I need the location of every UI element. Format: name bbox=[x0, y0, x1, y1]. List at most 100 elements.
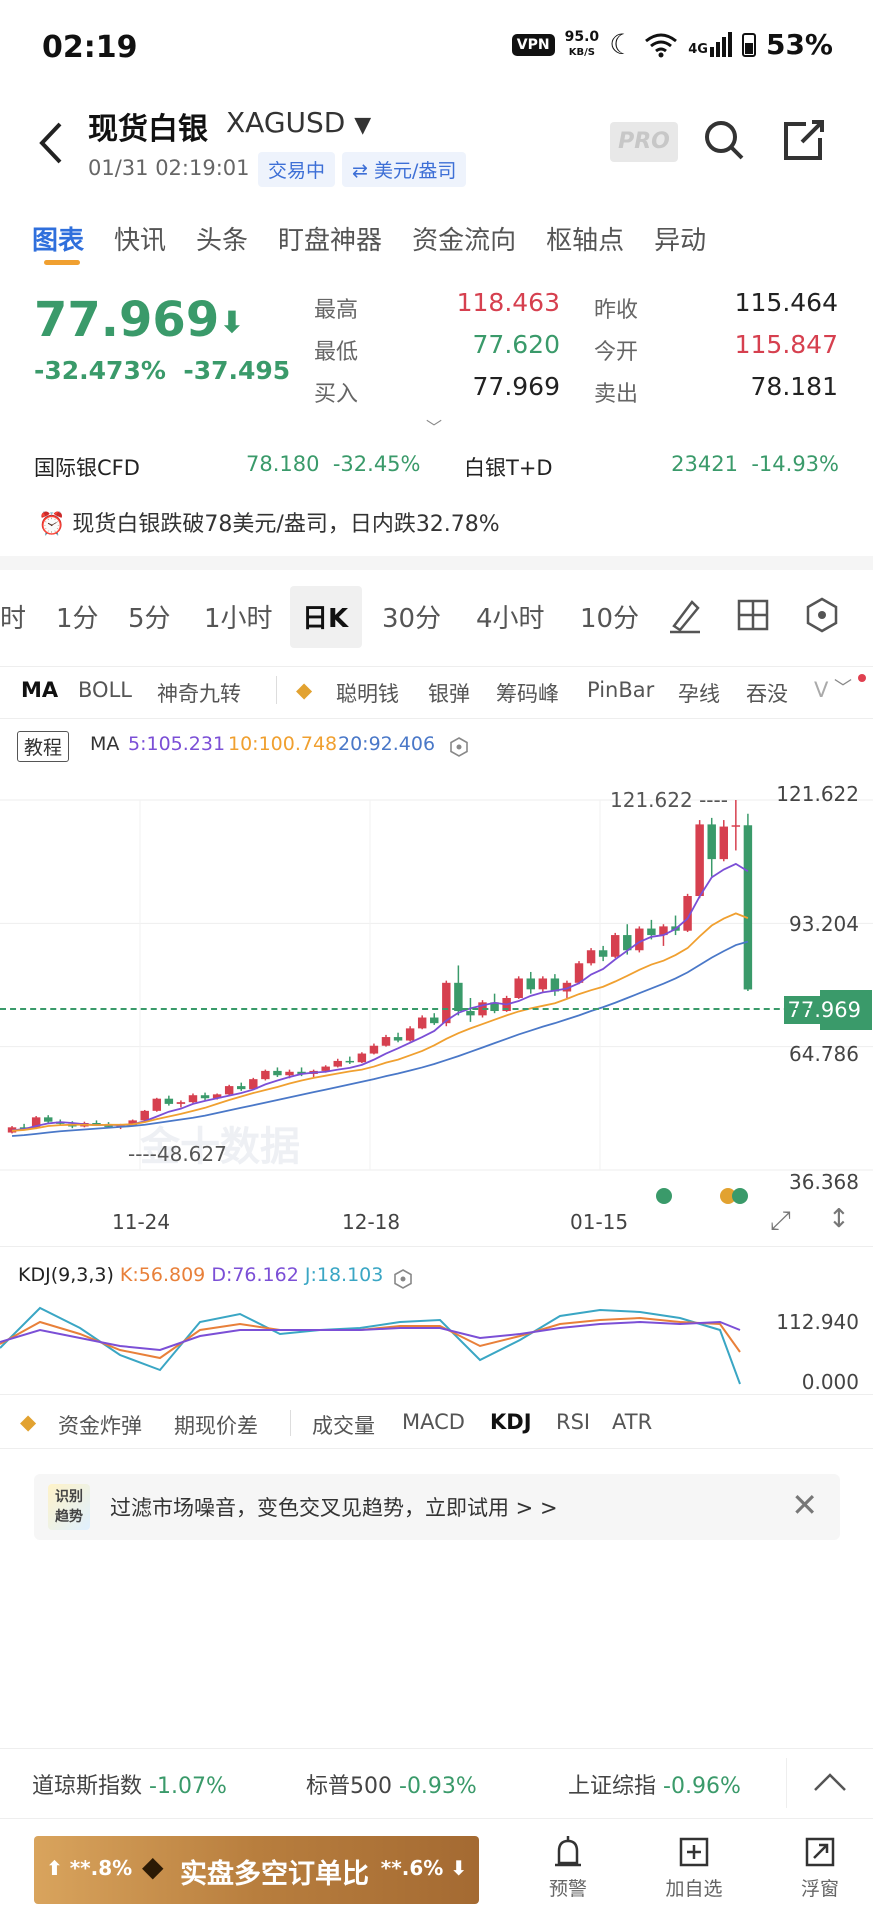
chevron-down-icon[interactable]: ﹀ bbox=[834, 674, 852, 700]
candle-body bbox=[647, 928, 656, 936]
timeframe-10m[interactable]: 10分 bbox=[580, 598, 639, 635]
candle-body bbox=[743, 825, 753, 990]
indicator-kdj[interactable]: KDJ bbox=[490, 1410, 532, 1434]
vpn-icon: VPN bbox=[511, 33, 555, 56]
candle-body bbox=[586, 950, 596, 964]
divider bbox=[0, 666, 873, 667]
ma5-value: 5:105.231 bbox=[128, 733, 226, 755]
tab-fund-flow[interactable]: 资金流向 bbox=[412, 220, 516, 257]
market-dow-name: 道琼斯指数 bbox=[32, 1774, 143, 1799]
market-sse[interactable]: 上证综指 -0.96% bbox=[568, 1768, 741, 1800]
fullscreen-icon[interactable]: ⤢ bbox=[770, 1206, 791, 1237]
layout-grid-icon[interactable] bbox=[736, 598, 770, 632]
indicator-basis[interactable]: 期现价差 bbox=[174, 1410, 258, 1440]
signal-dot[interactable] bbox=[732, 1188, 748, 1204]
resize-vertical-icon[interactable]: ↕ bbox=[828, 1204, 850, 1234]
candle-body bbox=[695, 824, 704, 897]
related-cfd-name[interactable]: 国际银CFD bbox=[34, 452, 140, 482]
badge-line1: 识别 bbox=[55, 1489, 83, 1505]
open-value: 115.847 bbox=[734, 330, 838, 359]
instrument-name: 现货白银 bbox=[88, 112, 208, 147]
speed-value: 95.0 bbox=[564, 28, 600, 45]
timeframe-hour-partial[interactable]: 时 bbox=[0, 598, 26, 635]
timeframe-1h[interactable]: 1小时 bbox=[204, 598, 273, 635]
indicator-more[interactable]: V bbox=[814, 678, 828, 702]
candle-body bbox=[635, 928, 644, 951]
indicator-chip-peak[interactable]: 筹码峰 bbox=[496, 678, 559, 708]
price-alert-banner[interactable]: ⏰ 现货白银跌破78美元/盎司，日内跌32.78% bbox=[38, 506, 500, 538]
market-sp500-change: -0.93% bbox=[399, 1774, 477, 1799]
related-td-name[interactable]: 白银T+D bbox=[464, 452, 553, 482]
prev-close-value: 115.464 bbox=[734, 288, 838, 317]
indicator-rsi[interactable]: RSI bbox=[556, 1410, 590, 1434]
candle-body bbox=[200, 1095, 210, 1099]
tab-headlines[interactable]: 头条 bbox=[196, 220, 248, 257]
nav-add-watchlist[interactable]: 加自选 bbox=[654, 1835, 734, 1901]
ma-settings-icon[interactable] bbox=[448, 736, 470, 758]
market-dow-change: -1.07% bbox=[149, 1774, 227, 1799]
timeframe-30m[interactable]: 30分 bbox=[382, 598, 441, 635]
symbol-selector[interactable]: XAGUSD ▼ bbox=[226, 106, 371, 139]
candle-body bbox=[152, 1098, 162, 1111]
market-sp500[interactable]: 标普500 -0.93% bbox=[306, 1768, 477, 1800]
indicator-pinbar[interactable]: PinBar bbox=[587, 678, 654, 702]
indicator-ma[interactable]: MA bbox=[21, 678, 58, 702]
unit-switch[interactable]: ⇄ 美元/盎司 bbox=[342, 152, 467, 187]
candle-body bbox=[430, 1017, 439, 1024]
tab-indicator bbox=[44, 260, 80, 265]
nav-float-window[interactable]: 浮窗 bbox=[780, 1835, 860, 1901]
signal-dot[interactable] bbox=[656, 1188, 672, 1204]
indicator-macd[interactable]: MACD bbox=[402, 1410, 465, 1434]
kdj-d: D:76.162 bbox=[211, 1264, 299, 1286]
tutorial-button[interactable]: 教程 bbox=[17, 731, 70, 762]
change-absolute: -37.495 bbox=[183, 356, 291, 385]
indicator-volume[interactable]: 成交量 bbox=[312, 1410, 375, 1440]
x-axis-label-3: 01-15 bbox=[570, 1210, 629, 1234]
expand-chevron-icon[interactable]: ﹀ bbox=[426, 414, 442, 438]
promo-banner[interactable]: 识别 趋势 过滤市场噪音，变色交叉见趋势，立即试用 > > ✕ bbox=[34, 1474, 840, 1540]
tab-movement[interactable]: 异动 bbox=[654, 220, 706, 257]
x-axis-label-1: 11-24 bbox=[112, 1210, 171, 1234]
settings-hex-icon[interactable] bbox=[804, 596, 840, 634]
market-dow[interactable]: 道琼斯指数 -1.07% bbox=[32, 1768, 227, 1800]
close-icon[interactable]: ✕ bbox=[791, 1486, 818, 1524]
divider bbox=[0, 1448, 873, 1449]
tab-flash[interactable]: 快讯 bbox=[114, 220, 166, 257]
nav-alert[interactable]: 预警 bbox=[528, 1835, 608, 1901]
back-icon[interactable] bbox=[32, 120, 72, 166]
related-cfd-quote[interactable]: 78.180 -32.45% bbox=[246, 452, 421, 476]
kdj-chart[interactable] bbox=[0, 1300, 760, 1390]
indicator-smart-money[interactable]: 聪明钱 bbox=[336, 678, 399, 708]
indicator-magic-nine[interactable]: 神奇九转 bbox=[157, 678, 241, 708]
tab-pivot[interactable]: 枢轴点 bbox=[546, 220, 624, 257]
kdj-axis-bottom: 0.000 bbox=[801, 1370, 859, 1394]
pro-badge[interactable]: PRO bbox=[610, 122, 678, 162]
timeframe-4h[interactable]: 4小时 bbox=[476, 598, 545, 635]
related-td-quote[interactable]: 23421 -14.93% bbox=[671, 452, 839, 476]
tab-monitor[interactable]: 盯盘神器 bbox=[278, 220, 382, 257]
kdj-j: J:18.103 bbox=[304, 1264, 384, 1286]
candle-body bbox=[574, 963, 584, 983]
signal-icon: 4G bbox=[688, 32, 732, 57]
timeframe-daily[interactable]: 日K bbox=[302, 598, 348, 635]
market-sse-name: 上证综指 bbox=[568, 1774, 657, 1799]
indicator-silver-bullet[interactable]: 银弹 bbox=[428, 678, 470, 708]
chevron-up-icon[interactable] bbox=[812, 1770, 848, 1794]
indicator-inside-bar[interactable]: 孕线 bbox=[678, 678, 720, 708]
indicator-atr[interactable]: ATR bbox=[612, 1410, 652, 1434]
indicator-boll[interactable]: BOLL bbox=[78, 678, 132, 702]
tab-chart[interactable]: 图表 bbox=[32, 220, 84, 257]
moon-icon: ☾ bbox=[609, 28, 635, 61]
timeframe-5m[interactable]: 5分 bbox=[128, 598, 171, 635]
draw-pen-icon[interactable] bbox=[666, 596, 704, 634]
kdj-settings-icon[interactable] bbox=[392, 1268, 414, 1290]
battery-icon bbox=[741, 32, 756, 57]
search-icon[interactable] bbox=[702, 118, 746, 162]
promo-text: 过滤市场噪音，变色交叉见趋势，立即试用 > > bbox=[110, 1496, 558, 1520]
indicator-fund-bomb[interactable]: 资金炸弹 bbox=[58, 1410, 142, 1440]
float-window-icon bbox=[805, 1837, 835, 1867]
indicator-engulfing[interactable]: 吞没 bbox=[746, 678, 788, 708]
timeframe-1m[interactable]: 1分 bbox=[56, 598, 99, 635]
share-icon[interactable] bbox=[782, 118, 826, 162]
long-short-ratio-button[interactable]: ⬆ **.8% ◆ 实盘多空订单比 **.6% ⬇ bbox=[34, 1836, 479, 1904]
